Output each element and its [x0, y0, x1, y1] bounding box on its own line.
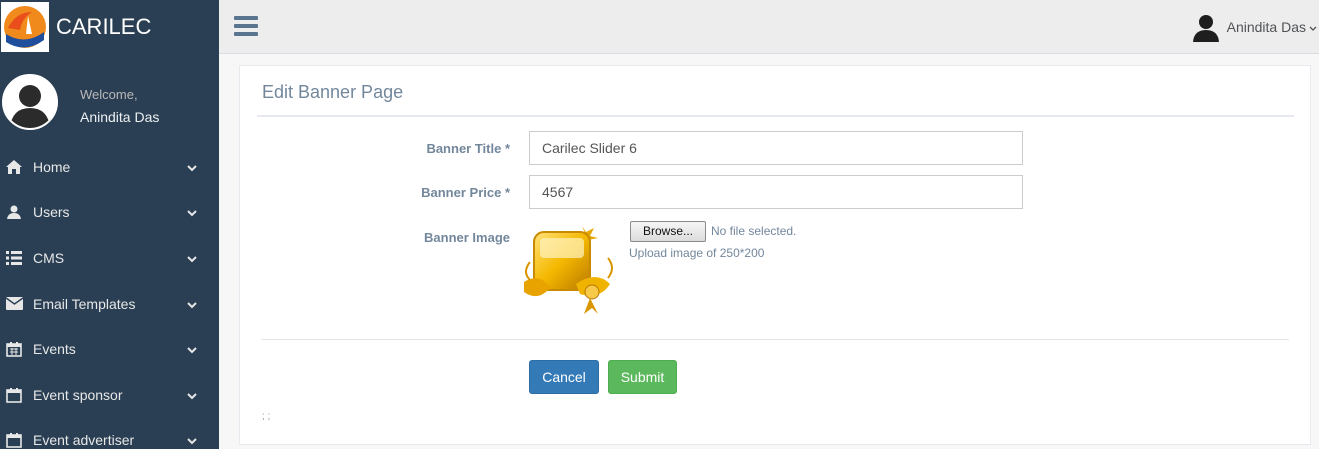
- chevron-down-icon: [1309, 19, 1317, 35]
- envelope-icon: [4, 297, 24, 311]
- chevron-down-icon: [187, 432, 197, 448]
- list-icon: [4, 250, 24, 265]
- top-navbar: Anindita Das: [219, 0, 1319, 54]
- calendar-icon: [4, 341, 24, 357]
- sidebar: CARILEC Welcome, Anindita Das Home Users: [0, 0, 219, 449]
- edit-banner-panel: Edit Banner Page Banner Title * Carilec …: [239, 65, 1311, 445]
- sidebar-item-event-advertiser[interactable]: Event advertiser: [0, 418, 219, 449]
- banner-price-label: Banner Price *: [421, 185, 510, 200]
- cancel-button[interactable]: Cancel: [529, 360, 599, 394]
- form-divider: [261, 339, 1289, 340]
- banner-image-label: Banner Image: [424, 230, 510, 245]
- banner-title-input[interactable]: Carilec Slider 6: [529, 131, 1023, 165]
- brand-logo: [1, 2, 49, 52]
- profile-name: Anindita Das: [80, 109, 160, 125]
- brand-name: CARILEC: [56, 14, 152, 39]
- chevron-down-icon: [187, 250, 197, 266]
- file-status-text: No file selected.: [711, 224, 797, 238]
- upload-hint: Upload image of 250*200: [629, 246, 765, 260]
- footer-note: ; ;: [262, 411, 271, 422]
- sidebar-item-events[interactable]: Events: [0, 326, 219, 372]
- banner-image-preview: [520, 222, 618, 316]
- chevron-down-icon: [187, 387, 197, 403]
- sidebar-menu: Home Users CMS Email Templates Events Ev…: [0, 144, 219, 449]
- browse-file-button[interactable]: Browse...: [630, 221, 706, 242]
- chevron-down-icon: [187, 341, 197, 357]
- avatar: [2, 74, 58, 130]
- submit-button[interactable]: Submit: [608, 360, 677, 394]
- sidebar-item-label: Events: [33, 341, 76, 358]
- sidebar-item-event-sponsor[interactable]: Event sponsor: [0, 372, 219, 418]
- title-divider: [257, 115, 1294, 117]
- user-icon: [4, 205, 24, 220]
- chevron-down-icon: [187, 159, 197, 175]
- banner-title-label: Banner Title *: [426, 141, 510, 156]
- sidebar-item-users[interactable]: Users: [0, 190, 219, 236]
- sidebar-item-email-templates[interactable]: Email Templates: [0, 281, 219, 327]
- calendar-icon: [4, 387, 24, 403]
- profile: Welcome, Anindita Das: [0, 54, 219, 154]
- sidebar-item-label: Home: [33, 158, 71, 175]
- chevron-down-icon: [187, 296, 197, 312]
- sidebar-item-cms[interactable]: CMS: [0, 235, 219, 281]
- chevron-down-icon: [187, 204, 197, 220]
- sidebar-item-label: CMS: [33, 249, 65, 266]
- brand[interactable]: CARILEC: [0, 0, 219, 54]
- user-profile-dropdown[interactable]: Anindita Das: [1191, 12, 1319, 42]
- sidebar-item-home[interactable]: Home: [0, 144, 219, 190]
- sidebar-item-label: Email Templates: [33, 295, 136, 312]
- page-title: Edit Banner Page: [262, 82, 404, 102]
- banner-price-input[interactable]: 4567: [529, 175, 1023, 209]
- sidebar-item-label: Event sponsor: [33, 386, 123, 403]
- user-name: Anindita Das: [1226, 19, 1306, 35]
- welcome-text: Welcome,: [80, 87, 138, 102]
- user-avatar-icon: [1191, 12, 1221, 42]
- calendar-icon: [4, 432, 24, 449]
- home-icon: [4, 159, 24, 174]
- sidebar-item-label: Event advertiser: [33, 432, 135, 449]
- sidebar-item-label: Users: [33, 204, 70, 221]
- menu-toggle-icon[interactable]: [234, 16, 258, 41]
